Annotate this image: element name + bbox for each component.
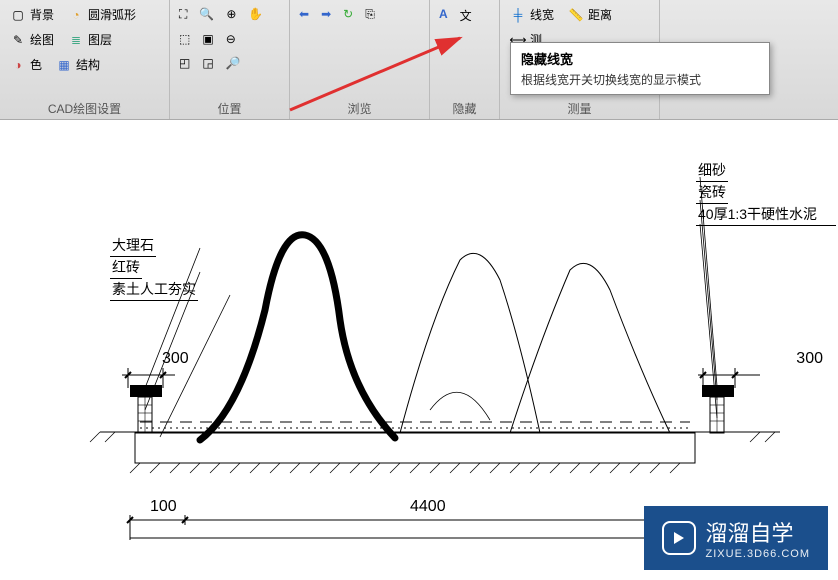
group-hide-label: 隐藏 — [436, 96, 493, 117]
tooltip-body: 根据线宽开关切换线宽的显示模式 — [521, 71, 759, 88]
hide-text-icon[interactable]: 文 — [457, 4, 475, 27]
play-icon — [662, 521, 696, 555]
zoom-out-icon[interactable]: ⊖ — [223, 29, 239, 49]
layer-label: 图层 — [88, 31, 112, 48]
tooltip-title: 隐藏线宽 — [521, 49, 759, 68]
palette-icon: ◑ — [10, 57, 26, 73]
structure-label: 结构 — [76, 56, 100, 73]
zoom-window-icon[interactable]: 🔍 — [196, 4, 217, 25]
color-button[interactable]: ◑ 色 — [6, 54, 46, 75]
corner1-icon[interactable]: ◰ — [176, 53, 193, 73]
ribbon-group-cad: ▢ 背景 ◔ 圆滑弧形 ✎ 绘图 ≣ 图层 — [0, 0, 170, 119]
back-icon[interactable]: ⬅ — [296, 4, 312, 25]
layer-button[interactable]: ≣ 图层 — [64, 29, 116, 50]
ribbon-group-hide: A 文 隐藏 — [430, 0, 500, 119]
group-cad-label: CAD绘图设置 — [6, 96, 163, 117]
pencil-icon: ✎ — [10, 32, 26, 48]
tooltip-lineweight: 隐藏线宽 根据线宽开关切换线宽的显示模式 — [510, 42, 770, 95]
zoom-realtime-icon[interactable]: 🔎 — [223, 53, 244, 73]
lineweight-icon: ╪ — [510, 7, 526, 23]
zoom-fit-icon[interactable]: ⛶ — [176, 4, 190, 25]
group-browse-label: 浏览 — [296, 96, 423, 117]
lineweight-label: 线宽 — [530, 6, 554, 23]
lineweight-button[interactable]: ╪ 线宽 — [506, 4, 558, 25]
distance-button[interactable]: 📏 距离 — [564, 4, 616, 25]
select-icon[interactable]: ⬚ — [176, 29, 193, 49]
watermark-badge: 溜溜自学 ZIXUE.3D66.COM — [644, 506, 828, 570]
draw-label: 绘图 — [30, 31, 54, 48]
bg-label: 背景 — [30, 6, 54, 23]
hide-a-icon[interactable]: A — [436, 4, 451, 27]
square-icon: ▢ — [10, 7, 26, 23]
color-label: 色 — [30, 56, 42, 73]
pan-icon[interactable]: ✋ — [245, 4, 266, 25]
layers-icon: ≣ — [68, 32, 84, 48]
arc-button[interactable]: ◔ 圆滑弧形 — [64, 4, 140, 25]
ruler-icon: 📏 — [568, 7, 584, 23]
watermark-title: 溜溜自学 — [706, 516, 810, 548]
draw-button[interactable]: ✎ 绘图 — [6, 29, 58, 50]
arc-label: 圆滑弧形 — [88, 6, 136, 23]
bg-button[interactable]: ▢ 背景 — [6, 4, 58, 25]
zoom-in-icon[interactable]: ⊕ — [223, 4, 239, 25]
refresh-icon[interactable]: ↻ — [340, 4, 356, 25]
region-icon[interactable]: ▣ — [199, 29, 216, 49]
export-icon[interactable]: ⎘ — [362, 4, 378, 25]
ribbon-group-browse: ⬅ ➡ ↻ ⎘ 浏览 — [290, 0, 430, 119]
group-position-label: 位置 — [176, 96, 283, 117]
corner2-icon[interactable]: ◲ — [199, 53, 216, 73]
grid-icon: ▦ — [56, 57, 72, 73]
distance-label: 距离 — [588, 6, 612, 23]
watermark-sub: ZIXUE.3D66.COM — [706, 548, 810, 560]
arc-icon: ◔ — [68, 7, 84, 23]
structure-button[interactable]: ▦ 结构 — [52, 54, 104, 75]
cad-canvas[interactable]: 大理石 红砖 素土人工夯实 细砂 瓷砖 40厚1:3干硬性水泥 300 300 … — [0, 140, 838, 560]
ribbon-group-position: ⛶ 🔍 ⊕ ✋ ⬚ ▣ ⊖ ◰ ◲ 🔎 位置 — [170, 0, 290, 119]
forward-icon[interactable]: ➡ — [318, 4, 334, 25]
group-measure-label: 测量 — [506, 96, 653, 117]
